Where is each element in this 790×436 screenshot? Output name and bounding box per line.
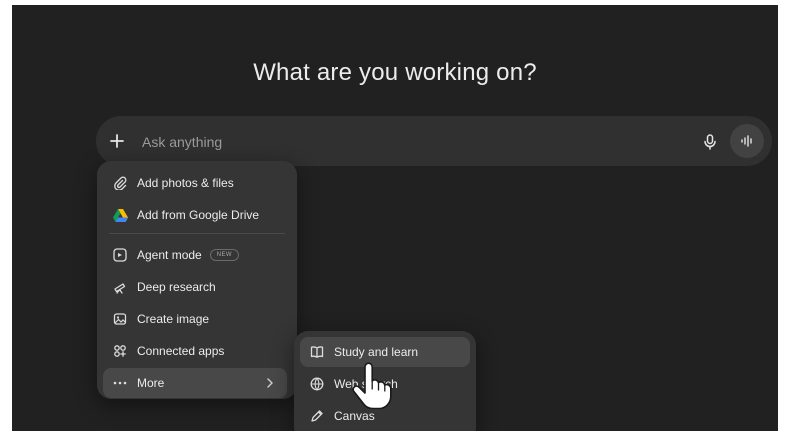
book-icon: [308, 343, 326, 361]
menu-item-deep-research[interactable]: Deep research: [103, 272, 287, 302]
paperclip-icon: [111, 174, 129, 192]
voice-mode-button[interactable]: [730, 124, 764, 158]
submenu-item-study-and-learn[interactable]: Study and learn: [300, 337, 470, 367]
page-heading: What are you working on?: [253, 59, 537, 86]
plus-button[interactable]: [104, 128, 130, 154]
more-submenu: Study and learn Web search Canvas: [294, 331, 476, 431]
menu-item-label: Create image: [137, 312, 210, 326]
menu-item-create-image[interactable]: Create image: [103, 304, 287, 334]
new-badge: NEW: [209, 249, 239, 261]
menu-item-label: Add photos & files: [137, 176, 234, 190]
apps-icon: [111, 342, 129, 360]
image-icon: [111, 310, 129, 328]
menu-item-label: Deep research: [137, 280, 216, 294]
telescope-icon: [111, 278, 129, 296]
menu-item-connected-apps[interactable]: Connected apps: [103, 336, 287, 366]
google-drive-icon: [111, 206, 129, 224]
plus-icon: [110, 134, 124, 148]
menu-item-label: Agent mode: [137, 248, 202, 262]
menu-item-add-photos[interactable]: Add photos & files: [103, 168, 287, 198]
menu-item-label: Connected apps: [137, 344, 225, 358]
composer-bar: [96, 116, 772, 166]
microphone-icon: [704, 134, 716, 150]
menu-divider: [109, 233, 285, 234]
app-window: What are you working on? Add photos & fi…: [12, 5, 778, 431]
ellipsis-icon: [111, 374, 129, 392]
voice-mode-icon: [741, 135, 752, 147]
pen-icon: [308, 407, 326, 425]
menu-item-google-drive[interactable]: Add from Google Drive: [103, 200, 287, 230]
attachment-menu: Add photos & files Add from Google Drive…: [97, 161, 297, 399]
submenu-item-label: Study and learn: [334, 345, 419, 359]
globe-icon: [308, 375, 326, 393]
menu-item-label: Add from Google Drive: [137, 208, 260, 222]
agent-icon: [111, 246, 129, 264]
submenu-item-web-search[interactable]: Web search: [300, 369, 470, 399]
menu-item-agent-mode[interactable]: Agent mode NEW: [103, 240, 287, 270]
microphone-button[interactable]: [698, 130, 722, 154]
ask-anything-input[interactable]: [140, 130, 644, 154]
menu-item-more[interactable]: More: [103, 368, 287, 398]
chevron-right-icon: [267, 378, 273, 388]
submenu-item-label: Web search: [334, 377, 398, 391]
submenu-item-canvas[interactable]: Canvas: [300, 401, 470, 431]
menu-item-label: More: [137, 376, 165, 390]
submenu-item-label: Canvas: [334, 409, 375, 423]
